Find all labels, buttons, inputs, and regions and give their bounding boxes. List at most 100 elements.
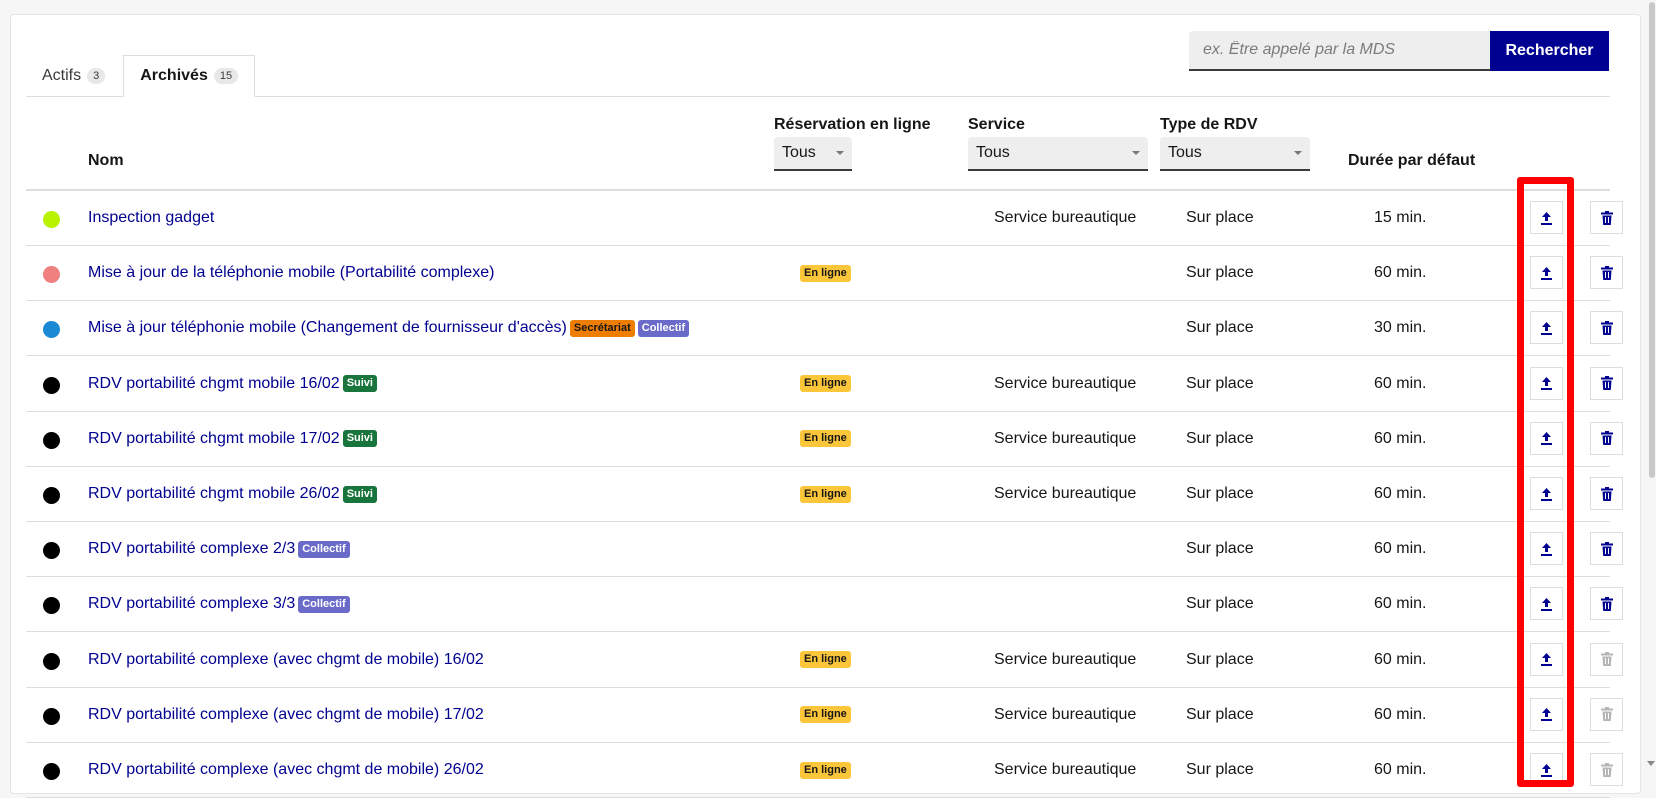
trash-icon (1600, 486, 1613, 501)
duration-cell: 60 min. (1374, 705, 1427, 723)
chevron-down-icon (836, 151, 844, 155)
online-cell: En ligne (800, 743, 851, 797)
motif-name-cell: Mise à jour de la téléphonie mobile (Por… (88, 246, 494, 300)
unarchive-button[interactable] (1530, 421, 1563, 455)
motif-name-link[interactable]: RDV portabilité complexe (avec chgmt de … (88, 651, 484, 669)
duration-cell: 60 min. (1374, 595, 1427, 613)
motif-name-cell: RDV portabilité chgmt mobile 17/02 Suivi (88, 412, 377, 466)
search-input[interactable] (1189, 31, 1490, 71)
delete-button[interactable] (1590, 587, 1623, 621)
color-dot (43, 376, 60, 394)
scrollbar-thumb[interactable] (1649, 2, 1655, 478)
motif-name-link[interactable]: Mise à jour téléphonie mobile (Changemen… (88, 319, 567, 337)
delete-button[interactable] (1590, 256, 1623, 290)
upload-icon (1541, 321, 1552, 335)
unarchive-button[interactable] (1530, 311, 1563, 345)
delete-button[interactable] (1590, 421, 1623, 455)
color-dot (43, 763, 60, 780)
duration-cell: 60 min. (1374, 429, 1427, 447)
trash-icon (1600, 376, 1613, 391)
type-cell: Sur place (1186, 540, 1254, 558)
unarchive-button[interactable] (1530, 366, 1563, 400)
motif-name-link[interactable]: RDV portabilité chgmt mobile 26/02 (88, 485, 340, 503)
type-cell: Sur place (1186, 595, 1254, 613)
unarchive-button[interactable] (1530, 587, 1563, 621)
duration-cell: 15 min. (1374, 209, 1427, 226)
online-badge: En ligne (800, 430, 851, 448)
trash-icon (1600, 596, 1613, 611)
motif-name-link[interactable]: RDV portabilité complexe (avec chgmt de … (88, 761, 484, 779)
duration-cell: 60 min. (1374, 374, 1427, 392)
unarchive-button[interactable] (1530, 256, 1563, 290)
motif-name-cell: RDV portabilité chgmt mobile 16/02 Suivi (88, 357, 377, 411)
scrollbar[interactable] (1646, 0, 1656, 770)
search-button[interactable]: Rechercher (1490, 31, 1609, 71)
type-cell: Sur place (1186, 761, 1254, 778)
unarchive-button[interactable] (1530, 642, 1563, 676)
online-cell: En ligne (800, 633, 851, 687)
online-cell: En ligne (800, 246, 851, 300)
column-header-service: Service (968, 116, 1025, 133)
upload-icon (1541, 211, 1552, 225)
upload-icon (1541, 708, 1552, 722)
type-cell: Sur place (1186, 319, 1254, 337)
color-dot (43, 652, 60, 670)
motif-name-link[interactable]: RDV portabilité complexe 3/3 (88, 595, 295, 613)
tabs-divider (26, 96, 1610, 97)
online-cell: En ligne (800, 467, 851, 521)
service-cell: Service bureautique (994, 705, 1137, 723)
online-filter-select[interactable]: Tous (774, 137, 852, 171)
delete-button[interactable] (1590, 366, 1623, 400)
online-badge: En ligne (800, 485, 851, 503)
upload-icon (1541, 377, 1552, 391)
motif-badge: Secrétariat (569, 319, 635, 337)
motif-name-link[interactable]: RDV portabilité complexe (avec chgmt de … (88, 706, 484, 724)
scroll-down-arrow-icon[interactable] (1647, 761, 1655, 766)
table-row: Inspection gadget Service bureautique Sur … (26, 191, 1623, 246)
service-cell: Service bureautique (994, 374, 1137, 392)
motif-name-link[interactable]: Inspection gadget (88, 209, 214, 227)
unarchive-button[interactable] (1530, 697, 1563, 731)
unarchive-button[interactable] (1530, 201, 1563, 234)
motif-badge: Collectif (298, 540, 350, 558)
trash-icon (1600, 210, 1613, 225)
motif-name-link[interactable]: Mise à jour de la téléphonie mobile (Por… (88, 264, 494, 282)
column-header-online: Réservation en ligne (774, 116, 931, 133)
table-row: RDV portabilité chgmt mobile 16/02 Suivi E… (26, 357, 1623, 412)
type-filter-select[interactable]: Tous (1160, 137, 1310, 171)
type-cell: Sur place (1186, 429, 1254, 447)
online-badge: En ligne (800, 375, 851, 393)
motif-name-cell: RDV portabilité complexe (avec chgmt de … (88, 688, 484, 742)
motif-name-link[interactable]: RDV portabilité chgmt mobile 16/02 (88, 375, 340, 393)
delete-button[interactable] (1590, 201, 1623, 234)
motif-name-link[interactable]: RDV portabilité chgmt mobile 17/02 (88, 430, 340, 448)
color-dot (43, 431, 60, 449)
motif-badge: Collectif (298, 595, 350, 613)
online-badge: En ligne (800, 761, 851, 779)
duration-cell: 30 min. (1374, 319, 1427, 337)
service-filter-select[interactable]: Tous (968, 137, 1148, 171)
service-cell: Service bureautique (994, 429, 1137, 447)
color-dot (43, 211, 60, 228)
tab-list: Actifs 3 Archivés 15 (26, 55, 256, 97)
table-row: RDV portabilité complexe (avec chgmt de … (26, 743, 1623, 798)
delete-button[interactable] (1590, 311, 1623, 345)
chevron-down-icon (1294, 151, 1302, 155)
color-dot (43, 266, 60, 284)
motif-name-link[interactable]: RDV portabilité complexe 2/3 (88, 540, 295, 558)
trash-icon (1600, 431, 1613, 446)
upload-icon (1541, 487, 1552, 501)
online-cell: En ligne (800, 357, 851, 411)
tab-actifs[interactable]: Actifs 3 (26, 55, 121, 97)
delete-button[interactable] (1590, 532, 1623, 566)
type-cell: Sur place (1186, 650, 1254, 668)
delete-button[interactable] (1590, 477, 1623, 510)
unarchive-button[interactable] (1530, 532, 1563, 566)
chevron-down-icon (1132, 151, 1140, 155)
table-row: Mise à jour téléphonie mobile (Changemen… (26, 301, 1623, 357)
online-cell: En ligne (800, 412, 851, 466)
unarchive-button[interactable] (1530, 477, 1563, 510)
service-filter-value: Tous (976, 144, 1010, 161)
motif-badge: Suivi (342, 430, 377, 448)
tab-archives[interactable]: Archivés 15 (123, 55, 256, 97)
